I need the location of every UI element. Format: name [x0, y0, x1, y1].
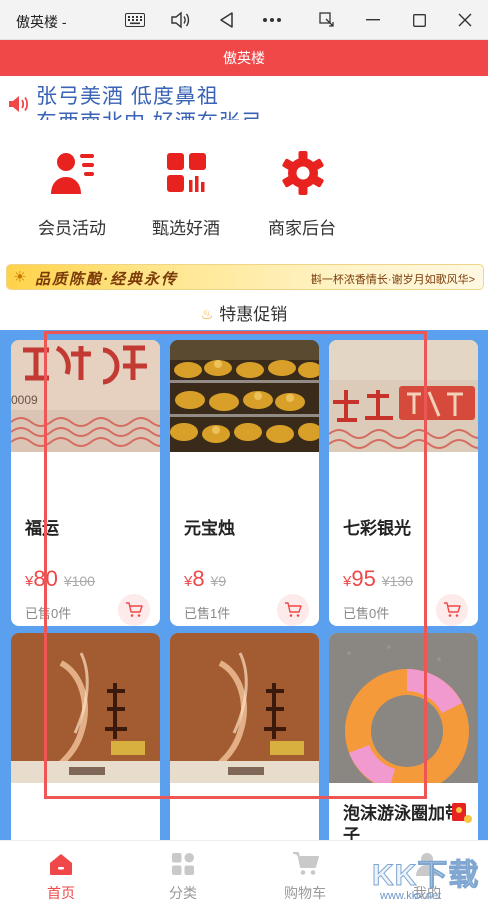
flame-icon: ♨ — [200, 306, 214, 322]
product-image: 0009 — [11, 340, 160, 452]
add-to-cart-button[interactable] — [118, 594, 150, 626]
window-titlebar: 傲英楼 - — [0, 0, 488, 40]
grid-chart-icon — [164, 150, 210, 196]
sold-count: 已售1件 — [184, 606, 231, 621]
nav-selected-wines[interactable]: 甄选好酒 — [126, 148, 246, 238]
speaker-icon — [8, 94, 30, 119]
window-title: 傲英楼 - — [16, 14, 67, 30]
promo-banner[interactable]: ☀ 品质陈酿·经典永传 斟一杯浓香情长·谢岁月如歌风华> — [6, 264, 484, 290]
nav-merchant-admin[interactable]: 商家后台 — [242, 148, 362, 238]
product-card[interactable]: 元宝烛 ¥8 ¥9 已售1件 — [170, 340, 319, 626]
product-name: 七彩银光 — [343, 519, 411, 538]
app-header: 傲英楼 — [0, 40, 488, 76]
nav-label: 甄选好酒 — [152, 219, 220, 238]
section-title-text: 特惠促销 — [219, 305, 288, 324]
tab-category[interactable]: 分类 — [122, 849, 244, 905]
product-image — [170, 633, 319, 783]
nav-member-activity[interactable]: 会员活动 — [12, 148, 132, 238]
product-name: 福运 — [25, 519, 59, 538]
member-icon — [50, 150, 96, 196]
product-card[interactable]: 泡沫游泳圈加带子 — [329, 633, 478, 840]
notice-text-line-2: 东西南北中 好酒在张弓 — [36, 106, 263, 120]
nav-label: 商家后台 — [268, 219, 336, 238]
home-icon — [48, 851, 74, 877]
tab-label: 首页 — [47, 885, 75, 901]
cart-icon — [126, 602, 143, 617]
sun-icon: ☀ — [13, 269, 27, 286]
minimize-icon[interactable] — [360, 8, 386, 32]
cart-icon — [444, 602, 461, 617]
category-icon — [170, 851, 196, 877]
sold-count: 已售0件 — [343, 606, 390, 621]
tab-profile[interactable]: 我的 — [366, 849, 488, 905]
user-icon — [414, 851, 440, 877]
tab-label: 我的 — [413, 885, 441, 901]
gear-icon — [280, 150, 326, 196]
banner-slogan: 品质陈酿·经典永传 — [35, 271, 178, 288]
back-triangle-icon[interactable] — [213, 8, 239, 32]
product-card[interactable] — [11, 633, 160, 840]
red-envelope-icon[interactable] — [448, 801, 474, 830]
section-title: ♨ 特惠促销 — [0, 300, 488, 326]
original-price: ¥130 — [381, 573, 413, 589]
keyboard-icon[interactable] — [122, 8, 148, 32]
original-price: ¥100 — [63, 573, 95, 589]
tab-cart[interactable]: 购物车 — [244, 849, 366, 905]
product-price: ¥95 ¥130 — [343, 566, 413, 591]
product-grid: 0009 福运 ¥80 ¥100 已售0件 元宝烛 ¥8 ¥9 已售1件 七彩银… — [0, 330, 488, 840]
add-to-cart-button[interactable] — [277, 594, 309, 626]
banner-subtitle: 斟一杯浓香情长·谢岁月如歌风华> — [310, 274, 475, 286]
product-card[interactable]: 0009 福运 ¥80 ¥100 已售0件 — [11, 340, 160, 626]
bottom-tab-bar: 首页 分类 购物车 我的 — [0, 840, 488, 909]
tab-label: 购物车 — [284, 885, 326, 901]
volume-icon[interactable] — [167, 8, 193, 32]
close-icon[interactable] — [452, 8, 478, 32]
product-price: ¥8 ¥9 — [184, 566, 227, 591]
app-title: 傲英楼 — [223, 50, 265, 66]
tab-home[interactable]: 首页 — [0, 849, 122, 905]
notice-bar[interactable]: 张弓美酒 低度鼻祖 东西南北中 好酒在张弓 — [0, 86, 488, 120]
product-name: 元宝烛 — [184, 519, 235, 538]
original-price: ¥9 — [210, 573, 227, 589]
product-image — [170, 340, 319, 452]
sold-count: 已售0件 — [25, 606, 72, 621]
cart-icon — [292, 851, 319, 877]
add-to-cart-button[interactable] — [436, 594, 468, 626]
nav-label: 会员活动 — [38, 219, 106, 238]
cart-icon — [285, 602, 302, 617]
maximize-icon[interactable] — [406, 8, 432, 32]
product-price: ¥80 ¥100 — [25, 566, 95, 591]
product-card[interactable]: 七彩银光 ¥95 ¥130 已售0件 — [329, 340, 478, 626]
pin-window-icon[interactable] — [314, 8, 340, 32]
product-card[interactable] — [170, 633, 319, 840]
product-image — [329, 340, 478, 452]
more-icon[interactable] — [259, 8, 285, 32]
product-image — [329, 633, 478, 793]
tab-label: 分类 — [169, 885, 197, 901]
svg-text:0009: 0009 — [11, 393, 38, 407]
product-image — [11, 633, 160, 783]
